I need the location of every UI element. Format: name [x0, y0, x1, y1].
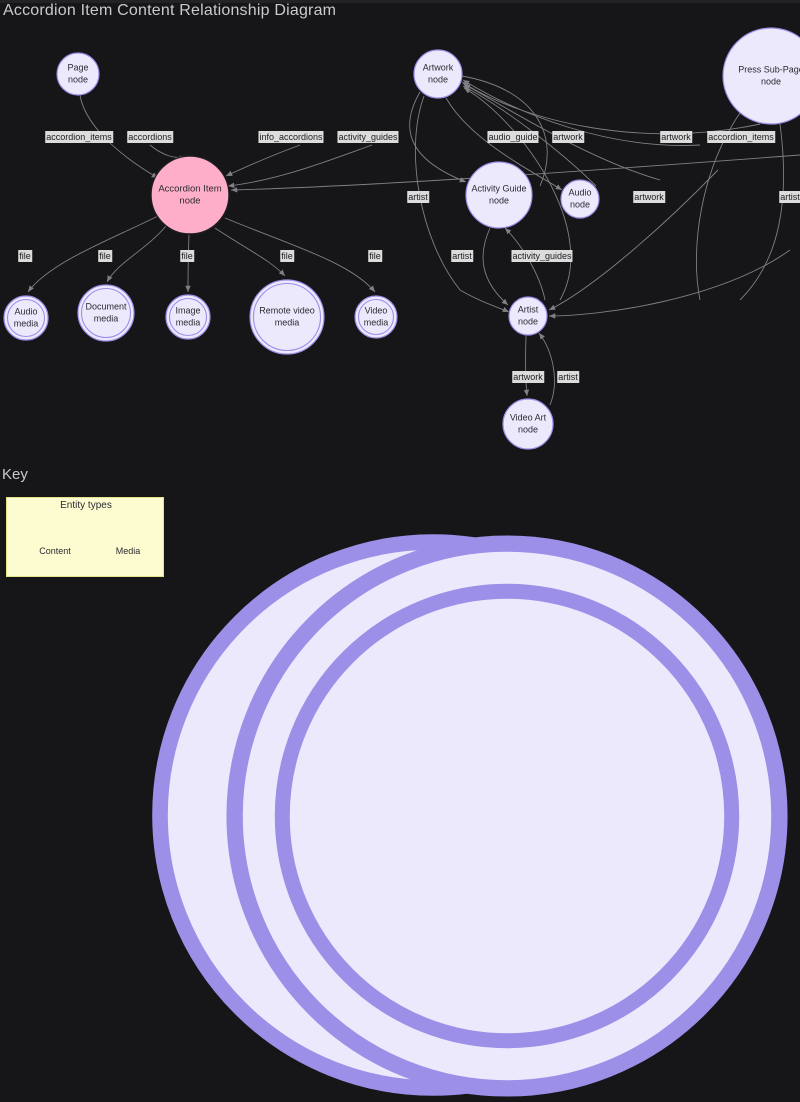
node-accordion_item[interactable]: Accordion Itemnode: [150, 155, 230, 235]
edge-label: accordions: [127, 131, 173, 143]
node-label-line1: Artist: [518, 304, 539, 314]
node-label-line2: node: [489, 195, 509, 205]
node-label-line2: node: [68, 74, 88, 84]
edge-label: activity_guides: [511, 250, 573, 262]
edge-label: artwork: [552, 131, 584, 143]
edge-label: accordion_items: [45, 131, 113, 143]
node-label-line2: node: [428, 74, 448, 84]
edge-label: artwork: [633, 191, 665, 203]
graph-edges: [27, 75, 800, 406]
node-label-line2: node: [761, 76, 781, 86]
edge-label: activity_guides: [337, 131, 399, 143]
graph-nodes: PagenodeAccordion ItemnodeArtworknodePre…: [3, 27, 800, 450]
node-artist[interactable]: Artist node: [508, 296, 548, 336]
node-label-line2: media: [94, 313, 119, 323]
legend-box: Entity types Content Media: [6, 497, 788, 1097]
node-label-line1: Artwork: [423, 62, 454, 72]
node-page[interactable]: Page node: [56, 52, 100, 96]
node-label-line1: Document: [85, 301, 127, 311]
edge-label: artist: [407, 191, 429, 203]
node-label-line1: Audio: [568, 187, 591, 197]
node-label-line1: Activity Guide: [471, 183, 526, 193]
legend-title: Entity types: [60, 500, 112, 511]
node-label-line1: Press Sub-Page: [738, 64, 800, 74]
edge-label: artwork: [660, 131, 692, 143]
edge-label: accordion_items: [707, 131, 775, 143]
edge-label: file: [180, 250, 194, 262]
edge-label: artist: [451, 250, 473, 262]
legend-media-circle: [226, 535, 788, 1097]
edge-label: artist: [779, 191, 800, 203]
node-label-line2: media: [275, 317, 300, 327]
node-audio_media[interactable]: Audio media: [3, 295, 49, 341]
node-document_media[interactable]: Document media: [77, 284, 135, 342]
node-label-line1: Page: [67, 62, 88, 72]
node-label-line1: Video Art: [510, 412, 547, 422]
node-activity_guide[interactable]: Activity Guide node: [465, 161, 533, 229]
edge-label: audio_guide: [487, 131, 539, 143]
node-audio[interactable]: Audio node: [560, 179, 600, 219]
node-label-line1: Audio: [14, 306, 37, 316]
node-video_art[interactable]: Video Art node: [502, 398, 554, 450]
legend-item-content: Content: [33, 529, 714, 1096]
edge-label: file: [280, 250, 294, 262]
edge-label: file: [18, 250, 32, 262]
node-label-line2: node: [518, 316, 538, 326]
node-press_subpage[interactable]: Press Sub-Page node: [722, 27, 800, 125]
node-remote_video_media[interactable]: Remote video media: [249, 279, 325, 355]
edge-label: artwork: [512, 371, 544, 383]
node-label-line2: media: [14, 318, 39, 328]
legend-item-media: Media: [107, 530, 788, 1097]
node-label-line2: node: [179, 196, 200, 207]
edge-label: info_accordions: [258, 131, 324, 143]
node-label-line2: media: [176, 317, 201, 327]
node-label-line2: media: [364, 317, 389, 327]
node-label-line1: Video: [365, 305, 388, 315]
node-image_media[interactable]: Image media: [165, 294, 211, 340]
node-label-line1: Accordion Item: [158, 184, 221, 195]
edge-label: file: [368, 250, 382, 262]
relationship-graph: PagenodeAccordion ItemnodeArtworknodePre…: [3, 27, 800, 450]
node-video_media[interactable]: Video media: [354, 295, 398, 339]
edge-label: artist: [557, 371, 579, 383]
node-label-line2: node: [570, 199, 590, 209]
edge-label: file: [98, 250, 112, 262]
node-label-line2: node: [518, 424, 538, 434]
node-label-line1: Remote video: [259, 305, 315, 315]
node-label-line1: Image: [175, 305, 200, 315]
node-artwork[interactable]: Artwork node: [413, 49, 463, 99]
